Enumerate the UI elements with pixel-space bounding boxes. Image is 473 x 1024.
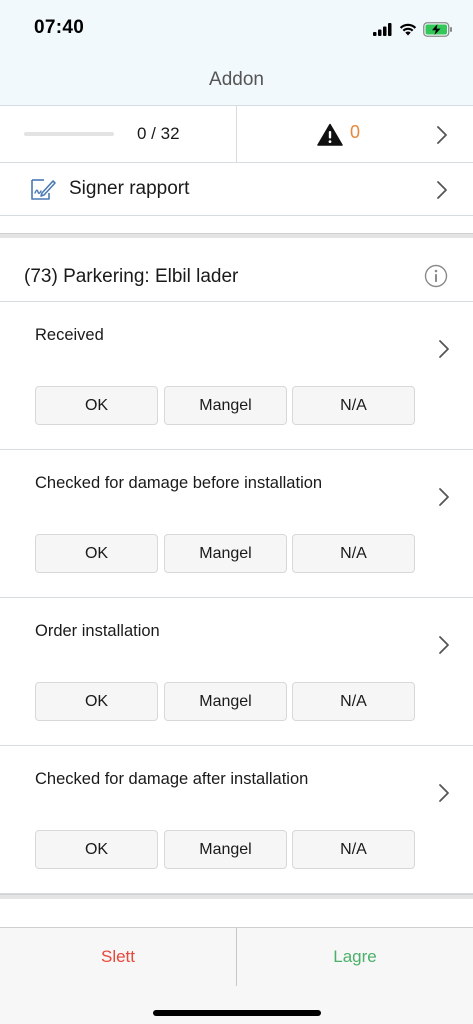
ok-button[interactable]: OK — [35, 534, 158, 573]
na-button[interactable]: N/A — [292, 534, 415, 573]
save-button[interactable]: Lagre — [237, 928, 473, 986]
chevron-right-icon[interactable] — [438, 783, 450, 803]
section-title: (73) Parkering: Elbil lader — [24, 266, 239, 287]
mangel-button[interactable]: Mangel — [164, 682, 287, 721]
delete-button[interactable]: Slett — [0, 928, 236, 986]
progress-text: 0 / 32 — [137, 124, 180, 143]
check-item: Received OK Mangel N/A — [0, 302, 473, 450]
check-item: Checked for damage after installation OK… — [0, 746, 473, 894]
check-item-title: Order installation — [35, 622, 160, 640]
ok-button[interactable]: OK — [35, 386, 158, 425]
check-item: Order installation OK Mangel N/A — [0, 598, 473, 746]
signal-icon — [373, 22, 392, 36]
ok-button[interactable]: OK — [35, 830, 158, 869]
warning-count: 0 — [350, 122, 361, 142]
wifi-icon — [399, 23, 417, 35]
mangel-button[interactable]: Mangel — [164, 386, 287, 425]
check-item-title: Checked for damage after installation — [35, 770, 309, 788]
chevron-right-icon[interactable] — [438, 487, 450, 507]
divider — [236, 106, 237, 163]
chevron-right-icon[interactable] — [438, 635, 450, 655]
chevron-right-icon[interactable] — [436, 180, 448, 200]
sign-report-label: Signer rapport — [69, 178, 190, 199]
section-separator — [0, 894, 473, 899]
check-item-title: Received — [35, 326, 104, 344]
section-separator — [0, 233, 473, 238]
ok-button[interactable]: OK — [35, 682, 158, 721]
chevron-right-icon[interactable] — [436, 125, 448, 145]
summary-row[interactable]: 0 / 32 0 — [0, 106, 473, 163]
status-time: 07:40 — [34, 17, 85, 38]
check-item-title: Checked for damage before installation — [35, 474, 323, 492]
warning-icon — [317, 123, 343, 146]
mangel-button[interactable]: Mangel — [164, 830, 287, 869]
page-title: Addon — [209, 69, 264, 90]
info-icon[interactable] — [424, 264, 448, 288]
check-item: Checked for damage before installation O… — [0, 450, 473, 598]
chevron-right-icon[interactable] — [438, 339, 450, 359]
sign-report-row[interactable]: Signer rapport — [0, 164, 473, 216]
mangel-button[interactable]: Mangel — [164, 534, 287, 573]
bottom-action-bar: Slett Lagre — [0, 927, 473, 1024]
na-button[interactable]: N/A — [292, 830, 415, 869]
battery-charging-icon — [423, 21, 452, 37]
na-button[interactable]: N/A — [292, 682, 415, 721]
home-indicator[interactable] — [153, 1010, 321, 1016]
na-button[interactable]: N/A — [292, 386, 415, 425]
progress-bar — [24, 132, 114, 136]
section-header: (73) Parkering: Elbil lader — [0, 244, 473, 302]
signature-icon — [31, 179, 56, 200]
top-bar: 07:40 Addon — [0, 0, 473, 106]
status-icons — [373, 19, 453, 39]
